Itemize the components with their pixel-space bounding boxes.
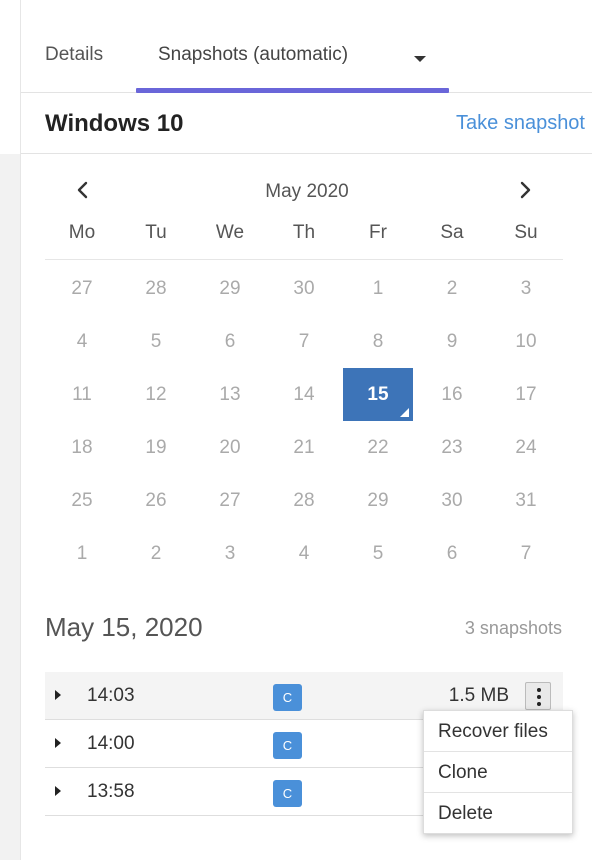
calendar-week: 1 2 3 4 5 6 7 (45, 527, 563, 580)
calendar-day[interactable]: 1 (45, 527, 119, 580)
calendar-day[interactable]: 24 (489, 421, 563, 474)
snapshot-time: 13:58 (87, 781, 135, 802)
calendar-day[interactable]: 22 (341, 421, 415, 474)
calendar-week: 4 5 6 7 8 9 10 (45, 315, 563, 368)
calendar-day[interactable]: 7 (489, 527, 563, 580)
caret-right-icon[interactable] (55, 738, 61, 748)
calendar-day[interactable]: 29 (341, 474, 415, 527)
calendar-week: 25 26 27 28 29 30 31 (45, 474, 563, 527)
snapshot-count: 3 snapshots (464, 618, 562, 638)
calendar-day[interactable]: 30 (415, 474, 489, 527)
caret-right-icon[interactable] (55, 786, 61, 796)
snapshot-context-menu: Recover files Clone Delete (423, 710, 573, 834)
calendar-day[interactable]: 20 (193, 421, 267, 474)
calendar-day[interactable]: 12 (119, 368, 193, 421)
snapshot-marker-icon (400, 408, 409, 417)
kebab-menu-icon[interactable] (525, 682, 551, 710)
weekday-label: Mo (68, 222, 96, 243)
calendar-day[interactable]: 13 (193, 368, 267, 421)
snapshot-type-badge: C (273, 684, 302, 711)
calendar-day[interactable]: 3 (489, 262, 563, 315)
calendar-day[interactable]: 5 (341, 527, 415, 580)
calendar-day[interactable]: 5 (119, 315, 193, 368)
calendar-day[interactable]: 6 (193, 315, 267, 368)
calendar-day[interactable]: 29 (193, 262, 267, 315)
calendar-day[interactable]: 28 (119, 262, 193, 315)
calendar-day[interactable]: 10 (489, 315, 563, 368)
selected-day-label: 15 (367, 384, 389, 405)
caret-down-icon[interactable] (414, 56, 426, 62)
calendar-day[interactable]: 6 (415, 527, 489, 580)
calendar-day[interactable]: 16 (415, 368, 489, 421)
tab-bar: Details Snapshots (automatic) (21, 0, 592, 93)
calendar-day[interactable]: 23 (415, 421, 489, 474)
weekday-label: Th (292, 222, 316, 243)
calendar-day[interactable]: 27 (193, 474, 267, 527)
calendar-day[interactable]: 21 (267, 421, 341, 474)
calendar-header: May 2020 (21, 170, 592, 210)
calendar-day-selected[interactable]: 15 (343, 368, 413, 421)
menu-item-clone[interactable]: Clone (424, 752, 572, 793)
tab-details[interactable]: Details (45, 44, 103, 66)
calendar-day[interactable]: 4 (267, 527, 341, 580)
snapshot-type-badge: C (273, 732, 302, 759)
calendar-day[interactable]: 3 (193, 527, 267, 580)
vm-title: Windows 10 (45, 110, 184, 137)
left-background-strip (0, 0, 20, 860)
chevron-right-icon[interactable] (513, 178, 537, 202)
calendar-day[interactable]: 18 (45, 421, 119, 474)
calendar-day[interactable]: 17 (489, 368, 563, 421)
take-snapshot-link[interactable]: Take snapshot (456, 112, 585, 135)
calendar-day[interactable]: 26 (119, 474, 193, 527)
calendar-day[interactable]: 14 (267, 368, 341, 421)
calendar-day[interactable]: 11 (45, 368, 119, 421)
snapshot-panel: Details Snapshots (automatic) Windows 10… (20, 0, 592, 860)
calendar-day[interactable]: 31 (489, 474, 563, 527)
calendar-day[interactable]: 28 (267, 474, 341, 527)
menu-item-delete[interactable]: Delete (424, 793, 572, 834)
calendar-day[interactable]: 27 (45, 262, 119, 315)
calendar-day[interactable]: 25 (45, 474, 119, 527)
calendar-day[interactable]: 19 (119, 421, 193, 474)
calendar-day[interactable]: 8 (341, 315, 415, 368)
calendar-day[interactable]: 7 (267, 315, 341, 368)
weekday-label: Tu (145, 222, 167, 243)
calendar-day[interactable]: 4 (45, 315, 119, 368)
calendar-week: 18 19 20 21 22 23 24 (45, 421, 563, 474)
selected-date-heading: May 15, 2020 (45, 612, 203, 642)
calendar-week: 11 12 13 14 15 16 17 (45, 368, 563, 421)
weekday-label: Fr (369, 222, 387, 243)
menu-item-recover-files[interactable]: Recover files (424, 711, 572, 752)
snapshot-time: 14:00 (87, 733, 135, 754)
calendar-week: 27 28 29 30 1 2 3 (45, 262, 563, 315)
left-gray-area (0, 154, 20, 860)
calendar-day[interactable]: 30 (267, 262, 341, 315)
calendar-day[interactable]: 9 (415, 315, 489, 368)
vm-header: Windows 10 Take snapshot (21, 93, 592, 154)
weekday-label: Su (514, 222, 538, 243)
calendar-day[interactable]: 2 (119, 527, 193, 580)
calendar-grid: 27 28 29 30 1 2 3 4 5 6 7 8 9 10 11 12 1… (45, 262, 563, 580)
tab-snapshots-automatic[interactable]: Snapshots (automatic) (158, 44, 348, 66)
snapshot-size: 1.5 MB (448, 685, 509, 706)
snapshot-time: 14:03 (87, 685, 135, 706)
weekday-label: Sa (440, 222, 464, 243)
snapshot-type-badge: C (273, 780, 302, 807)
weekday-label: We (215, 222, 245, 243)
weekday-header-row: Mo Tu We Th Fr Sa Su (45, 222, 563, 260)
calendar-month-label: May 2020 (265, 181, 349, 202)
caret-right-icon[interactable] (55, 690, 61, 700)
calendar-day[interactable]: 2 (415, 262, 489, 315)
calendar-day[interactable]: 1 (341, 262, 415, 315)
